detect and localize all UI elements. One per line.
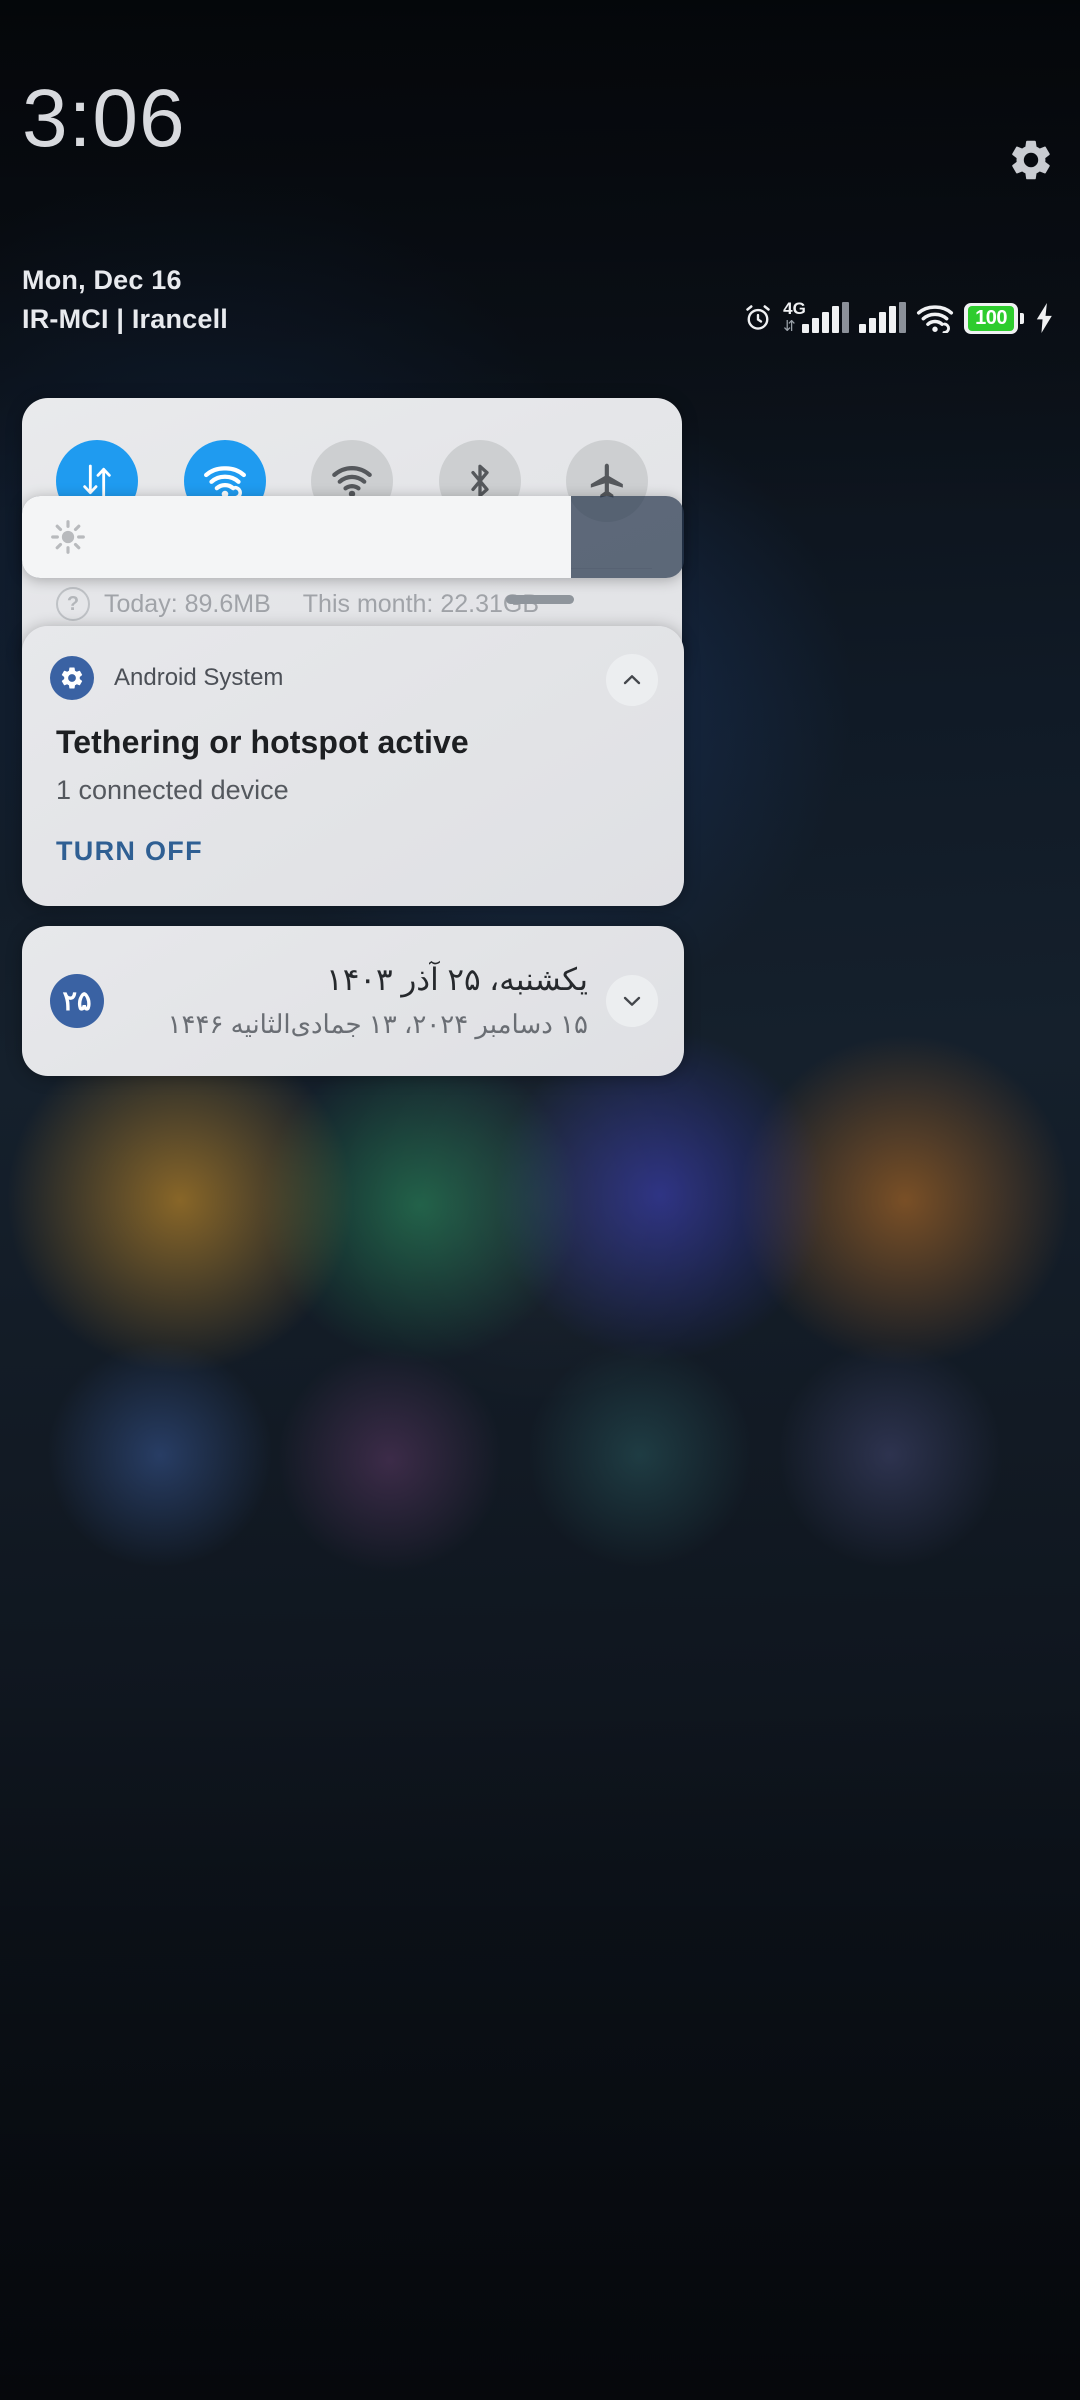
status-carrier: IR-MCI | Irancell bbox=[22, 304, 228, 334]
signal-sim1-icon bbox=[802, 302, 850, 333]
calendar-secondary-date: ۱۵ دسامبر ۲۰۲۴، ۱۳ جمادی‌الثانیه ۱۴۴۶ bbox=[167, 1009, 588, 1039]
notification-subtitle: 1 connected device bbox=[56, 775, 289, 805]
notification-tethering[interactable]: Android System Tethering or hotspot acti… bbox=[22, 626, 684, 906]
usage-today-label: Today: 89.6MB bbox=[104, 589, 271, 618]
status-bar-icons: 4G ⇵ 100 bbox=[743, 296, 1056, 340]
status-date: Mon, Dec 16 bbox=[22, 265, 182, 295]
battery-icon: 100 bbox=[964, 302, 1024, 334]
chevron-down-glyph bbox=[623, 996, 641, 1006]
chevron-down-icon[interactable] bbox=[606, 975, 658, 1027]
airplane-icon bbox=[590, 463, 623, 498]
help-icon[interactable]: ? bbox=[56, 587, 90, 621]
turn-off-button[interactable]: TURN OFF bbox=[22, 806, 203, 867]
mobile-data-indicator: 4G ⇵ bbox=[783, 299, 850, 335]
calendar-primary-date: یکشنبه، ۲۵ آذر ۱۴۰۳ bbox=[326, 962, 588, 997]
hotspot-icon bbox=[203, 466, 246, 500]
notification-shade: 3:06 Mon, Dec 16 IR-MCI | Irancell 4G ⇵ bbox=[0, 0, 1080, 2400]
brightness-slider[interactable] bbox=[22, 496, 684, 578]
network-type-label: 4G bbox=[783, 299, 806, 318]
wifi-hotspot-icon bbox=[917, 305, 954, 333]
chevron-up-icon[interactable] bbox=[606, 654, 658, 706]
usage-month-label: This month: 22.31GB bbox=[302, 589, 539, 618]
notification-title: Tethering or hotspot active bbox=[56, 724, 469, 760]
app-icon-badge bbox=[50, 656, 94, 700]
data-arrows-icon bbox=[83, 464, 111, 498]
notification-header: Android System bbox=[22, 626, 684, 700]
signal-sim2-icon bbox=[859, 302, 907, 333]
status-clock: 3:06 bbox=[22, 73, 186, 164]
notification-calendar[interactable]: ۲۵ یکشنبه، ۲۵ آذر ۱۴۰۳ ۱۵ دسامبر ۲۰۲۴، ۱… bbox=[22, 926, 684, 1076]
chevron-up-glyph bbox=[623, 675, 641, 685]
brightness-sun-icon bbox=[51, 520, 85, 554]
battery-level-label: 100 bbox=[968, 305, 1014, 331]
data-arrows-icon: ⇵ bbox=[783, 318, 796, 335]
settings-gear-icon[interactable] bbox=[1007, 136, 1055, 184]
notification-app-name: Android System bbox=[114, 664, 284, 691]
brightness-slider-fill bbox=[22, 496, 572, 578]
gear-icon bbox=[61, 667, 83, 689]
shade-drag-handle[interactable] bbox=[506, 595, 574, 604]
wifi-icon bbox=[332, 465, 372, 498]
calendar-date-block: یکشنبه، ۲۵ آذر ۱۴۰۳ ۱۵ دسامبر ۲۰۲۴، ۱۳ ج… bbox=[168, 958, 588, 1044]
charging-bolt-icon bbox=[1036, 303, 1052, 333]
alarm-icon bbox=[746, 305, 770, 330]
calendar-day-badge: ۲۵ bbox=[50, 974, 104, 1028]
